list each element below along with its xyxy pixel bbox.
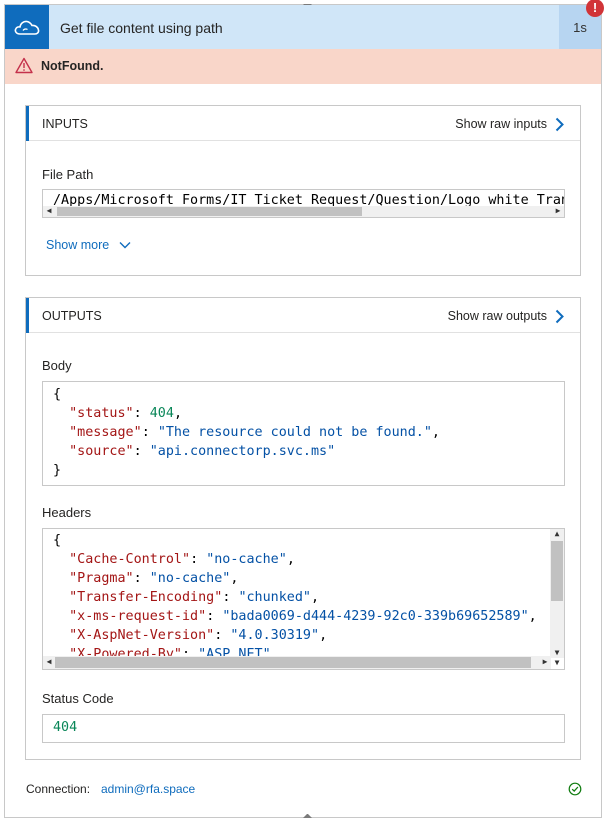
inputs-header: INPUTS Show raw inputs	[26, 106, 580, 141]
onedrive-cloud-icon	[5, 5, 49, 49]
json-value: "4.0.30319"	[230, 628, 320, 643]
chevron-right-icon	[555, 117, 564, 131]
show-raw-inputs-button[interactable]: Show raw inputs	[455, 106, 564, 142]
json-value: "no-cache"	[149, 571, 231, 586]
chevron-right-icon	[555, 309, 564, 323]
json-key: "Pragma"	[69, 571, 134, 586]
chevron-down-icon	[119, 242, 131, 249]
body-json: { "status": 404, "message": "The resourc…	[53, 387, 440, 478]
outputs-header: OUTPUTS Show raw outputs	[26, 298, 580, 333]
json-value: "api.connectorp.svc.ms"	[149, 444, 336, 459]
scroll-down-icon[interactable]: ▼	[551, 658, 563, 668]
scrollbar-thumb[interactable]	[551, 541, 563, 601]
error-message: NotFound.	[41, 59, 104, 73]
json-value: "bada0069-d444-4239-92c0-339b69652589"	[222, 609, 529, 624]
action-header[interactable]: Get file content using path 1s !	[5, 0, 604, 49]
outputs-title: OUTPUTS	[42, 309, 102, 323]
scrollbar-thumb[interactable]	[57, 207, 362, 216]
show-raw-outputs-button[interactable]: Show raw outputs	[448, 298, 564, 334]
action-title: Get file content using path	[60, 20, 223, 36]
json-key: "X-AspNet-Version"	[69, 628, 215, 643]
error-banner: NotFound.	[5, 49, 601, 84]
json-value: 404	[149, 406, 174, 421]
connection-link[interactable]: admin@rfa.space	[101, 782, 195, 796]
show-raw-outputs-label: Show raw outputs	[447, 309, 547, 323]
headers-json: { "Cache-Control": "no-cache", "Pragma":…	[53, 531, 537, 669]
json-key: "source"	[69, 444, 134, 459]
json-value: "The resource could not be found."	[157, 425, 432, 440]
headers-horizontal-scrollbar[interactable]: ◀ ▶	[43, 656, 551, 669]
inputs-title: INPUTS	[42, 117, 88, 131]
check-circle-icon	[568, 782, 582, 799]
json-key: "Transfer-Encoding"	[69, 590, 223, 605]
error-badge-icon: !	[586, 0, 604, 17]
show-more-label: Show more	[46, 238, 110, 252]
outputs-section: OUTPUTS Show raw outputs Body { "status"…	[25, 297, 581, 760]
connection-label: Connection:	[26, 782, 91, 796]
show-raw-inputs-label: Show raw inputs	[455, 117, 547, 131]
status-code-field[interactable]: 404	[42, 714, 565, 743]
file-path-scrollbar[interactable]: ◀ ▶	[43, 206, 564, 217]
scroll-down-icon[interactable]: ▼	[551, 648, 563, 658]
show-more-button[interactable]: Show more	[46, 238, 131, 252]
json-value: "no-cache"	[206, 552, 287, 567]
headers-json-box[interactable]: { "Cache-Control": "no-cache", "Pragma":…	[42, 528, 565, 670]
scrollbar-thumb[interactable]	[55, 657, 531, 668]
status-code-value: 404	[53, 720, 78, 735]
file-path-label: File Path	[42, 167, 94, 182]
scroll-left-icon[interactable]: ◀	[43, 657, 55, 667]
json-key: "x-ms-request-id"	[69, 609, 207, 624]
warning-triangle-icon	[15, 57, 33, 77]
body-json-box[interactable]: { "status": 404, "message": "The resourc…	[42, 381, 565, 486]
json-value: "chunked"	[238, 590, 311, 605]
json-key: "Cache-Control"	[69, 552, 191, 567]
connector-arrow-bottom	[303, 813, 312, 818]
scroll-left-icon[interactable]: ◀	[43, 206, 55, 216]
json-key: "message"	[69, 425, 142, 440]
status-code-label: Status Code	[42, 691, 114, 706]
headers-label: Headers	[42, 505, 92, 520]
scroll-right-icon[interactable]: ▶	[552, 206, 564, 216]
action-card: Get file content using path 1s ! NotFoun…	[4, 0, 604, 818]
file-path-field[interactable]: /Apps/Microsoft Forms/IT Ticket Request/…	[42, 189, 565, 218]
body-label: Body	[42, 358, 72, 373]
scroll-right-icon[interactable]: ▶	[539, 657, 551, 667]
headers-vertical-scrollbar[interactable]: ▲ ▼	[550, 529, 564, 658]
inputs-section: INPUTS Show raw inputs File Path /Apps/M…	[25, 105, 581, 276]
scroll-up-icon[interactable]: ▲	[551, 529, 563, 539]
json-key: "status"	[69, 406, 134, 421]
